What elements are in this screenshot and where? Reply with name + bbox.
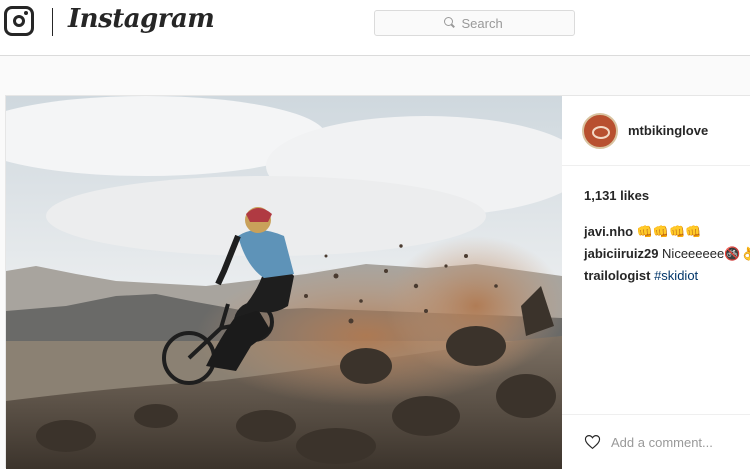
- comment-text: Niceeeeee🚳👌: [662, 246, 750, 261]
- comment-hashtag[interactable]: #skidiot: [654, 268, 698, 283]
- top-navigation-bar: Instagram: [0, 0, 750, 56]
- comment-list: javi.nho 👊👊👊👊 jabiciiruiz29 Niceeeeee🚳👌 …: [584, 221, 750, 287]
- post-author-username[interactable]: mtbikinglove: [628, 123, 708, 138]
- post-sidebar: mtbikinglove 1,131 likes javi.nho 👊👊👊👊 j…: [562, 96, 750, 469]
- comment-username[interactable]: trailologist: [584, 268, 650, 283]
- comment-row: trailologist #skidiot: [584, 265, 750, 287]
- search-box[interactable]: [374, 10, 575, 36]
- add-comment-input[interactable]: [611, 434, 750, 450]
- likes-count[interactable]: 1,131 likes: [584, 188, 750, 203]
- comment-text: 👊👊👊👊: [636, 224, 702, 239]
- comment-username[interactable]: javi.nho: [584, 224, 633, 239]
- post-card: mtbikinglove 1,131 likes javi.nho 👊👊👊👊 j…: [5, 95, 750, 469]
- instagram-camera-icon[interactable]: [4, 6, 34, 36]
- search-input[interactable]: [461, 15, 506, 31]
- comment-row: javi.nho 👊👊👊👊: [584, 221, 750, 243]
- post-photo[interactable]: [6, 96, 562, 469]
- logo-divider: [52, 8, 53, 36]
- instagram-wordmark[interactable]: Instagram: [68, 4, 215, 34]
- search-icon: [443, 17, 456, 29]
- comment-username[interactable]: jabiciiruiz29: [584, 246, 658, 261]
- post-header: mtbikinglove: [562, 96, 750, 166]
- heart-icon[interactable]: [584, 432, 601, 452]
- avatar[interactable]: [582, 112, 618, 149]
- comment-row: jabiciiruiz29 Niceeeeee🚳👌: [584, 243, 750, 265]
- add-comment-row: [562, 414, 750, 469]
